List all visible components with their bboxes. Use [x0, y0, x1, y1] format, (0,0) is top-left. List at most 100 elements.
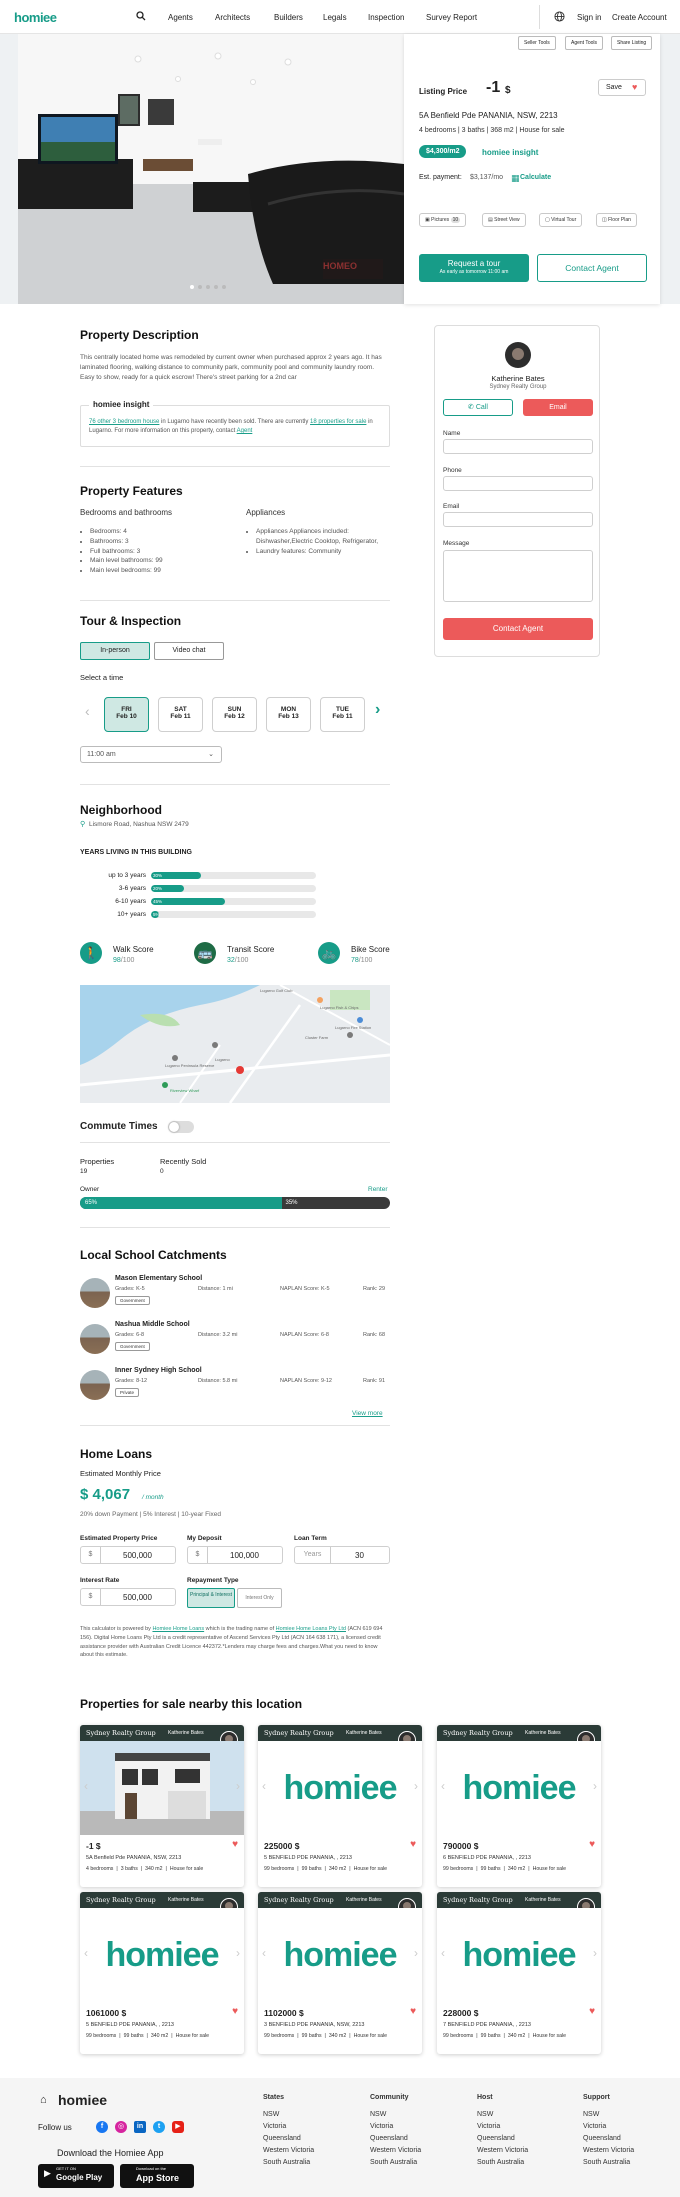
homiee-insight-label[interactable]: homiee insight	[482, 148, 538, 157]
contact-agent-submit-button[interactable]: Contact Agent	[443, 618, 593, 640]
footer-link[interactable]: Victoria	[263, 2123, 314, 2130]
chevron-right-icon[interactable]: ›	[593, 1779, 597, 1793]
footer-link[interactable]: Western Victoria	[583, 2147, 634, 2154]
heart-icon[interactable]: ♥	[410, 2006, 416, 2017]
sold-houses-link[interactable]: 76 other 3 bedroom house	[89, 419, 159, 425]
view-more-link[interactable]: View more	[352, 1410, 383, 1417]
nav-agents[interactable]: Agents	[168, 13, 193, 22]
chevron-left-icon[interactable]: ‹	[262, 1779, 266, 1793]
virtual-tour-button[interactable]: ▢ Virtual Tour	[539, 213, 583, 227]
listing-image[interactable]: homiee ‹ ›	[80, 1908, 244, 2002]
heart-icon[interactable]: ♥	[232, 1839, 238, 1850]
name-field[interactable]	[443, 439, 593, 454]
logo[interactable]: homiee	[14, 10, 57, 25]
phone-field[interactable]	[443, 476, 593, 491]
chevron-right-icon[interactable]: ›	[236, 1779, 240, 1793]
email-button[interactable]: Email	[523, 399, 593, 416]
floor-plan-button[interactable]: ◫ Floor Plan	[596, 213, 637, 227]
twitter-icon[interactable]: t	[153, 2121, 165, 2133]
neighborhood-map[interactable]: Lugarno Golf Club Lugarno Fish & Chips L…	[80, 985, 390, 1103]
interest-rate-field[interactable]: $500,000	[80, 1588, 176, 1606]
listing-card[interactable]: Sydney Realty Group Katherine Bates homi…	[258, 1892, 422, 2054]
chevron-left-icon[interactable]: ‹	[441, 1946, 445, 1960]
day-sat[interactable]: SAT Feb 11	[158, 697, 203, 732]
nav-architects[interactable]: Architects	[215, 13, 250, 22]
school-name[interactable]: Inner Sydney High School	[115, 1367, 202, 1374]
footer-link[interactable]: NSW	[263, 2111, 314, 2118]
video-chat-tab[interactable]: Video chat	[154, 642, 224, 660]
nav-builders[interactable]: Builders	[274, 13, 303, 22]
footer-link[interactable]: Queensland	[583, 2135, 634, 2142]
agent-tools-button[interactable]: Agent Tools	[565, 36, 604, 50]
heart-icon[interactable]: ♥	[589, 2006, 595, 2017]
footer-link[interactable]: NSW	[477, 2111, 528, 2118]
instagram-icon[interactable]: ◎	[115, 2121, 127, 2133]
day-sun[interactable]: SUN Feb 12	[212, 697, 257, 732]
day-mon[interactable]: MON Feb 13	[266, 697, 311, 732]
footer-link[interactable]: South Australia	[583, 2159, 634, 2166]
agent-link[interactable]: Agent	[237, 428, 253, 434]
footer-link[interactable]: NSW	[583, 2111, 634, 2118]
youtube-icon[interactable]: ▶	[172, 2121, 184, 2133]
contact-agent-button[interactable]: Contact Agent	[537, 254, 647, 282]
listing-image[interactable]: homiee ‹ ›	[437, 1741, 601, 1835]
properties-for-sale-link[interactable]: 18 properties for sale	[310, 419, 366, 425]
footer-logo[interactable]: homiee	[58, 2092, 107, 2108]
nav-inspection[interactable]: Inspection	[368, 13, 404, 22]
chevron-left-icon[interactable]: ‹	[84, 1779, 88, 1793]
request-tour-button[interactable]: Request a tour As early as tomorrow 11:0…	[419, 254, 529, 282]
loan-term-field[interactable]: Years 30	[294, 1546, 390, 1564]
footer-link[interactable]: Western Victoria	[263, 2147, 314, 2154]
footer-link[interactable]: South Australia	[370, 2159, 421, 2166]
street-view-button[interactable]: ▤ Street View	[482, 213, 526, 227]
message-field[interactable]	[443, 550, 593, 602]
heart-icon[interactable]: ♥	[589, 1839, 595, 1850]
footer-link[interactable]: Queensland	[370, 2135, 421, 2142]
linkedin-icon[interactable]: in	[134, 2121, 146, 2133]
listing-image[interactable]: homiee ‹ ›	[437, 1908, 601, 2002]
listing-card[interactable]: Sydney Realty Group Katherine Bates homi…	[437, 1725, 601, 1887]
footer-link[interactable]: South Australia	[477, 2159, 528, 2166]
deposit-field[interactable]: $100,000	[187, 1546, 283, 1564]
school-row[interactable]: Nashua Middle School Grades: 6-8 Distanc…	[80, 1321, 390, 1361]
day-tue[interactable]: TUE Feb 11	[320, 697, 365, 732]
footer-link[interactable]: NSW	[370, 2111, 421, 2118]
listing-photo[interactable]: HOMEO	[18, 34, 404, 304]
search-icon[interactable]	[136, 11, 146, 21]
footer-link[interactable]: Victoria	[477, 2123, 528, 2130]
day-fri[interactable]: FRI Feb 10	[104, 697, 149, 732]
listing-card[interactable]: Sydney Realty Group Katherine Bates ‹ › …	[80, 1725, 244, 1887]
chevron-left-icon[interactable]: ‹	[84, 1946, 88, 1960]
school-name[interactable]: Nashua Middle School	[115, 1321, 190, 1328]
facebook-icon[interactable]: f	[96, 2121, 108, 2133]
google-play-button[interactable]: ▶ GET IT ON Google Play	[38, 2164, 114, 2188]
principal-interest-option[interactable]: Principal & Interest	[187, 1588, 235, 1608]
save-button[interactable]: Save ♥	[598, 79, 646, 96]
listing-image[interactable]: ‹ ›	[80, 1741, 244, 1835]
listing-card[interactable]: Sydney Realty Group Katherine Bates homi…	[258, 1725, 422, 1887]
listing-card[interactable]: Sydney Realty Group Katherine Bates homi…	[80, 1892, 244, 2054]
call-button[interactable]: ✆ Call	[443, 399, 513, 416]
property-price-field[interactable]: $500,000	[80, 1546, 176, 1564]
globe-icon[interactable]	[554, 11, 565, 22]
chevron-right-icon[interactable]: ›	[375, 701, 380, 719]
pictures-button[interactable]: ▣ Pictures 10	[419, 213, 467, 227]
footer-link[interactable]: Queensland	[477, 2135, 528, 2142]
sign-in-link[interactable]: Sign in	[577, 13, 601, 22]
share-listing-button[interactable]: Share Listing	[611, 36, 653, 50]
seller-tools-button[interactable]: Seller Tools	[518, 36, 556, 50]
footer-link[interactable]: Victoria	[583, 2123, 634, 2130]
footer-link[interactable]: Victoria	[370, 2123, 421, 2130]
school-row[interactable]: Inner Sydney High School Grades: 8-12 Di…	[80, 1367, 390, 1407]
footer-link[interactable]: South Australia	[263, 2159, 314, 2166]
school-row[interactable]: Mason Elementary School Grades: K-5 Dist…	[80, 1275, 390, 1315]
homiee-home-loans-link[interactable]: Homiee Home Loans	[152, 1626, 204, 1632]
in-person-tab[interactable]: In-person	[80, 642, 150, 660]
footer-link[interactable]: Queensland	[263, 2135, 314, 2142]
chevron-right-icon[interactable]: ›	[414, 1946, 418, 1960]
time-select[interactable]: 11:00 am ⌄	[80, 746, 222, 763]
create-account-link[interactable]: Create Account	[612, 13, 667, 22]
nav-legals[interactable]: Legals	[323, 13, 347, 22]
chevron-right-icon[interactable]: ›	[593, 1946, 597, 1960]
listing-card[interactable]: Sydney Realty Group Katherine Bates homi…	[437, 1892, 601, 2054]
